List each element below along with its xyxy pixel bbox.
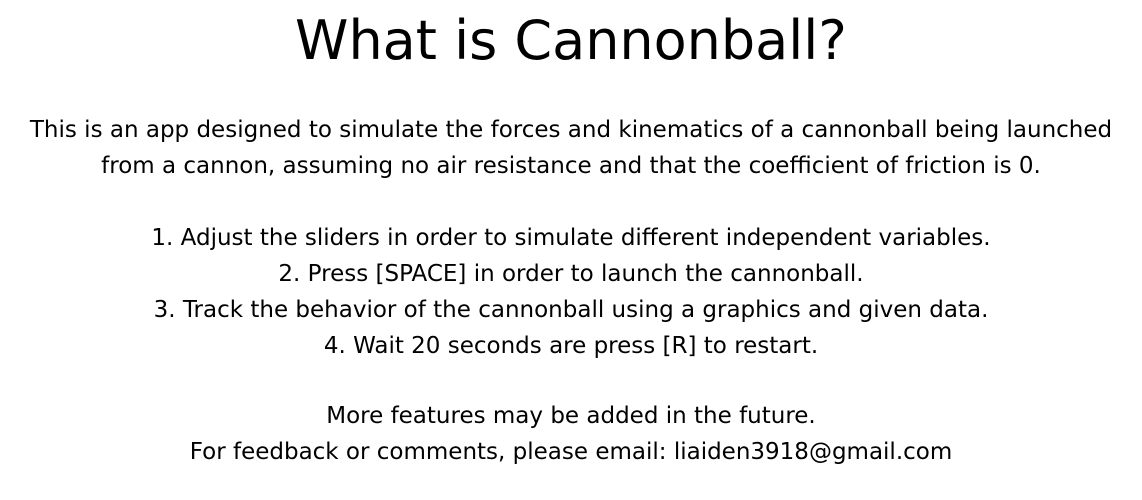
- instructions-list: 1. Adjust the sliders in order to simula…: [0, 220, 1142, 364]
- intro-line-2: from a cannon, assuming no air resistanc…: [101, 153, 1041, 179]
- intro-line-1: This is an app designed to simulate the …: [29, 117, 1113, 143]
- instruction-step-4: 4. Wait 20 seconds are press [R] to rest…: [323, 333, 819, 359]
- footer-notes: More features may be added in the future…: [0, 398, 1142, 470]
- features-note: More features may be added in the future…: [326, 403, 816, 429]
- instruction-step-3: 3. Track the behavior of the cannonball …: [153, 297, 989, 323]
- intro-description: This is an app designed to simulate the …: [0, 112, 1142, 184]
- instruction-step-2: 2. Press [SPACE] in order to launch the …: [278, 261, 864, 287]
- cannonball-info-page: What is Cannonball? This is an app desig…: [0, 0, 1142, 500]
- page-title: What is Cannonball?: [295, 9, 847, 72]
- instruction-step-1: 1. Adjust the sliders in order to simula…: [151, 225, 991, 251]
- feedback-contact: For feedback or comments, please email: …: [189, 439, 953, 465]
